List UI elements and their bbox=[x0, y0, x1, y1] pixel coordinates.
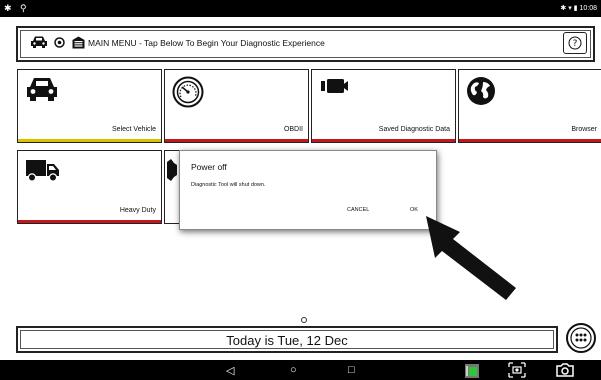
help-icon: ? bbox=[568, 36, 582, 50]
tile-partial-hidden[interactable] bbox=[164, 150, 180, 224]
car-icon bbox=[27, 78, 57, 101]
date-text: Today is Tue, 12 Dec bbox=[226, 333, 348, 348]
status-icons-left: ✱ ⚲ bbox=[4, 3, 30, 13]
screenshot-icon[interactable] bbox=[508, 362, 526, 378]
home-button[interactable]: ○ bbox=[290, 364, 297, 376]
header-title: MAIN MENU - Tap Below To Begin Your Diag… bbox=[88, 38, 325, 48]
tile-select-vehicle[interactable]: Select Vehicle bbox=[17, 69, 162, 143]
tile-label: Saved Diagnostic Data bbox=[378, 126, 450, 133]
cancel-button[interactable]: CANCEL bbox=[347, 207, 369, 213]
tile-heavy-duty[interactable]: Heavy Duty bbox=[17, 150, 162, 224]
navigation-bar: ◁ ○ □ bbox=[0, 360, 601, 380]
ok-button[interactable]: OK bbox=[410, 207, 418, 213]
status-bar: ✱ ⚲ ✱ ▾ ▮ 10:08 bbox=[0, 0, 601, 17]
tile-obdii[interactable]: OBDII bbox=[164, 69, 309, 143]
date-bar: Today is Tue, 12 Dec bbox=[16, 326, 558, 353]
tile-label: OBDII bbox=[283, 126, 303, 133]
video-camera-icon bbox=[321, 79, 348, 93]
tile-label: Heavy Duty bbox=[119, 207, 156, 214]
tile-label: Select Vehicle bbox=[112, 126, 156, 133]
truck-icon bbox=[26, 160, 59, 182]
tile-browser[interactable]: Browser bbox=[458, 69, 601, 143]
apps-button[interactable] bbox=[566, 323, 596, 353]
main-menu-header: MAIN MENU - Tap Below To Begin Your Diag… bbox=[16, 26, 595, 62]
garage-icon bbox=[72, 36, 85, 49]
svg-text:?: ? bbox=[573, 39, 578, 49]
tile-label: Browser bbox=[571, 126, 597, 133]
settings-icon bbox=[54, 37, 65, 48]
tile-accent bbox=[18, 139, 161, 142]
pointer-arrow-icon bbox=[426, 216, 516, 300]
back-button[interactable]: ◁ bbox=[226, 364, 234, 377]
tile-accent bbox=[165, 139, 308, 142]
tile-saved-diagnostic-data[interactable]: Saved Diagnostic Data bbox=[311, 69, 456, 143]
app-shortcut-icon[interactable] bbox=[464, 363, 480, 379]
tile-accent bbox=[459, 139, 601, 142]
help-button[interactable]: ? bbox=[563, 32, 587, 54]
tile-accent bbox=[312, 139, 455, 142]
apps-grid-icon bbox=[570, 327, 592, 349]
gear-icon bbox=[167, 159, 177, 181]
status-icons-right: ✱ ▾ ▮ 10:08 bbox=[560, 5, 597, 12]
power-off-dialog: Power off Diagnostic Tool will shut down… bbox=[179, 150, 437, 230]
page-indicator bbox=[301, 317, 307, 323]
dialog-message: Diagnostic Tool will shut down. bbox=[191, 182, 266, 188]
tile-accent bbox=[18, 220, 161, 223]
gauge-icon bbox=[172, 76, 204, 108]
camera-icon[interactable] bbox=[555, 362, 575, 378]
globe-icon bbox=[467, 77, 495, 105]
dialog-title: Power off bbox=[191, 162, 227, 172]
car-icon bbox=[31, 36, 47, 48]
recents-button[interactable]: □ bbox=[348, 364, 355, 376]
